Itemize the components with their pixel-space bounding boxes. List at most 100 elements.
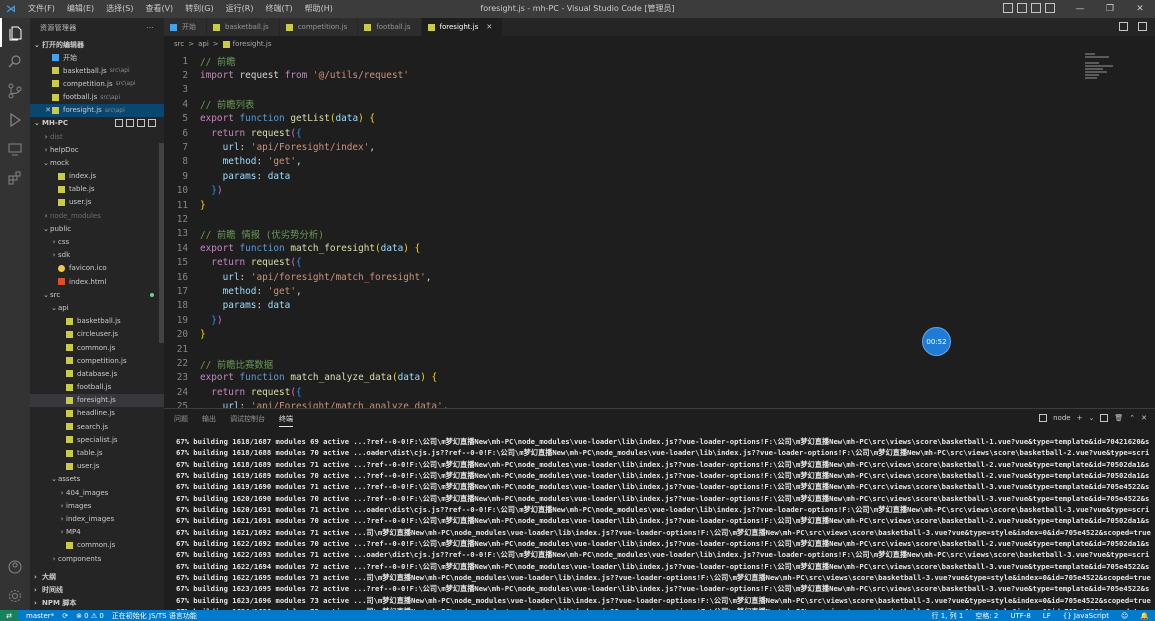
tab-foresight-js[interactable]: foresight.js ✕ bbox=[421, 18, 504, 36]
breadcrumb-api[interactable]: api bbox=[198, 40, 209, 48]
source-control-activity[interactable] bbox=[0, 76, 30, 105]
breadcrumb-src[interactable]: src bbox=[174, 40, 184, 48]
folder-item[interactable]: ⌄ assets bbox=[30, 473, 164, 486]
folder-item[interactable]: › dist bbox=[30, 130, 164, 143]
maximize-button[interactable]: ❐ bbox=[1095, 0, 1125, 18]
activity-status[interactable]: 正在初始化 JS/TS 语言功能 bbox=[112, 611, 197, 621]
toggle-secondary-sidebar-icon[interactable] bbox=[1031, 3, 1041, 13]
folder-item[interactable]: ⌄ public bbox=[30, 222, 164, 235]
file-item[interactable]: favicon.ico bbox=[30, 262, 164, 275]
folder-item[interactable]: › helpDoc bbox=[30, 143, 164, 156]
encoding-status[interactable]: UTF-8 bbox=[1010, 612, 1030, 620]
folder-item[interactable]: ⌄ src bbox=[30, 288, 164, 301]
tab-basketball-js[interactable]: basketball.js bbox=[207, 18, 280, 36]
open-editors-header[interactable]: ⌄ 打开的编辑器 bbox=[30, 38, 164, 51]
extensions-activity[interactable] bbox=[0, 163, 30, 192]
chevron-up-icon[interactable]: ⌃ bbox=[1129, 414, 1135, 422]
menu-item[interactable]: 文件(F) bbox=[22, 0, 61, 18]
split-terminal-icon[interactable] bbox=[1100, 414, 1109, 422]
folder-item[interactable]: › components bbox=[30, 552, 164, 565]
trash-icon[interactable]: 🗑 bbox=[1114, 414, 1123, 422]
sync-icon[interactable]: ⟳ bbox=[62, 612, 68, 620]
file-item[interactable]: common.js bbox=[30, 341, 164, 354]
tab-competition-js[interactable]: competition.js bbox=[279, 18, 359, 36]
menu-item[interactable]: 转到(G) bbox=[179, 0, 219, 18]
file-item[interactable]: headline.js bbox=[30, 407, 164, 420]
open-editor-item[interactable]: competition.js src\api bbox=[30, 77, 164, 90]
eol-status[interactable]: LF bbox=[1043, 612, 1051, 620]
minimap[interactable] bbox=[1085, 52, 1119, 92]
refresh-icon[interactable] bbox=[137, 118, 145, 127]
tab-output[interactable]: 输出 bbox=[202, 414, 216, 426]
new-folder-icon[interactable] bbox=[126, 118, 134, 127]
folder-item[interactable]: › 404_images bbox=[30, 486, 164, 499]
file-item[interactable]: competition.js bbox=[30, 354, 164, 367]
folder-item[interactable]: › node_modules bbox=[30, 209, 164, 222]
file-item[interactable]: specialist.js bbox=[30, 433, 164, 446]
folder-item[interactable]: ⌄ api bbox=[30, 301, 164, 314]
file-item[interactable]: football.js bbox=[30, 381, 164, 394]
code-editor[interactable]: 1 // 前瞻 2 import request from '@/utils/requ… bbox=[164, 52, 1155, 408]
npm-scripts-header[interactable]: › NPM 脚本 bbox=[30, 596, 164, 609]
language-status[interactable]: {} JavaScript bbox=[1063, 612, 1109, 620]
open-editor-item[interactable]: 开始 bbox=[30, 51, 164, 64]
toggle-sidebar-icon[interactable] bbox=[1003, 3, 1013, 13]
problems-status[interactable]: ⊗ 0 ⚠ 0 bbox=[76, 612, 104, 620]
menu-item[interactable]: 帮助(H) bbox=[299, 0, 339, 18]
menu-item[interactable]: 终端(T) bbox=[259, 0, 298, 18]
open-editor-item[interactable]: football.js src\api bbox=[30, 91, 164, 104]
notifications-icon[interactable]: 🔔 bbox=[1140, 612, 1149, 620]
close-tab-icon[interactable]: ✕ bbox=[486, 23, 492, 31]
explorer-activity[interactable] bbox=[0, 18, 30, 47]
menu-item[interactable]: 运行(R) bbox=[220, 0, 260, 18]
indent-status[interactable]: 空格: 2 bbox=[975, 611, 998, 621]
search-activity[interactable] bbox=[0, 47, 30, 76]
chevron-down-icon[interactable]: ⌄ bbox=[1088, 414, 1094, 422]
cursor-position[interactable]: 行 1, 列 1 bbox=[932, 611, 964, 621]
file-item[interactable]: index.html bbox=[30, 275, 164, 288]
collapse-all-icon[interactable] bbox=[148, 118, 156, 127]
close-panel-icon[interactable]: ✕ bbox=[1141, 414, 1147, 422]
folder-item[interactable]: ⌄ mock bbox=[30, 156, 164, 169]
file-item[interactable]: basketball.js bbox=[30, 315, 164, 328]
project-header[interactable]: ⌄ MH-PC bbox=[30, 117, 164, 130]
file-item[interactable]: foresight.js bbox=[30, 393, 164, 407]
close-icon[interactable]: ✕ bbox=[44, 106, 52, 114]
toggle-panel-icon[interactable] bbox=[1017, 3, 1027, 13]
file-item[interactable]: search.js bbox=[30, 420, 164, 433]
close-window-button[interactable]: ✕ bbox=[1125, 0, 1155, 18]
folder-item[interactable]: › css bbox=[30, 235, 164, 248]
menu-item[interactable]: 选择(S) bbox=[100, 0, 139, 18]
tab-problems[interactable]: 问题 bbox=[174, 414, 188, 426]
outline-header[interactable]: › 大纲 bbox=[30, 570, 164, 583]
feedback-icon[interactable]: ☺ bbox=[1121, 612, 1128, 620]
folder-item[interactable]: › MP4 bbox=[30, 526, 164, 539]
folder-item[interactable]: › images bbox=[30, 499, 164, 512]
file-item[interactable]: circleuser.js bbox=[30, 328, 164, 341]
open-editor-item[interactable]: basketball.js src\api bbox=[30, 64, 164, 77]
file-item[interactable]: index.js bbox=[30, 170, 164, 183]
remote-indicator[interactable]: ⇄ bbox=[0, 610, 18, 621]
new-terminal-button[interactable]: + bbox=[1077, 414, 1083, 422]
terminal-name[interactable]: node bbox=[1053, 414, 1070, 422]
menu-item[interactable]: 查看(V) bbox=[139, 0, 179, 18]
more-actions-icon[interactable] bbox=[1138, 22, 1147, 31]
menu-item[interactable]: 编辑(E) bbox=[61, 0, 100, 18]
tab-football-js[interactable]: football.js bbox=[358, 18, 422, 36]
file-item[interactable]: common.js bbox=[30, 539, 164, 552]
manage-activity[interactable] bbox=[0, 581, 30, 610]
open-editor-item[interactable]: ✕ foresight.js src\api bbox=[30, 103, 164, 117]
file-item[interactable]: database.js bbox=[30, 367, 164, 380]
file-item[interactable]: table.js bbox=[30, 183, 164, 196]
split-editor-icon[interactable] bbox=[1119, 22, 1128, 31]
branch-status[interactable]: master* bbox=[26, 612, 54, 620]
file-item[interactable]: user.js bbox=[30, 196, 164, 209]
tab--[interactable]: 开始 bbox=[164, 18, 207, 36]
new-file-icon[interactable] bbox=[115, 118, 123, 127]
customize-layout-icon[interactable] bbox=[1045, 3, 1055, 13]
minimize-button[interactable]: — bbox=[1065, 0, 1095, 18]
remote-explorer-activity[interactable] bbox=[0, 134, 30, 163]
terminal-output[interactable]: 67% building 1618/1687 modules 69 active… bbox=[176, 436, 1151, 621]
folder-item[interactable]: › index_images bbox=[30, 512, 164, 525]
tab-debug-console[interactable]: 调试控制台 bbox=[230, 414, 265, 426]
